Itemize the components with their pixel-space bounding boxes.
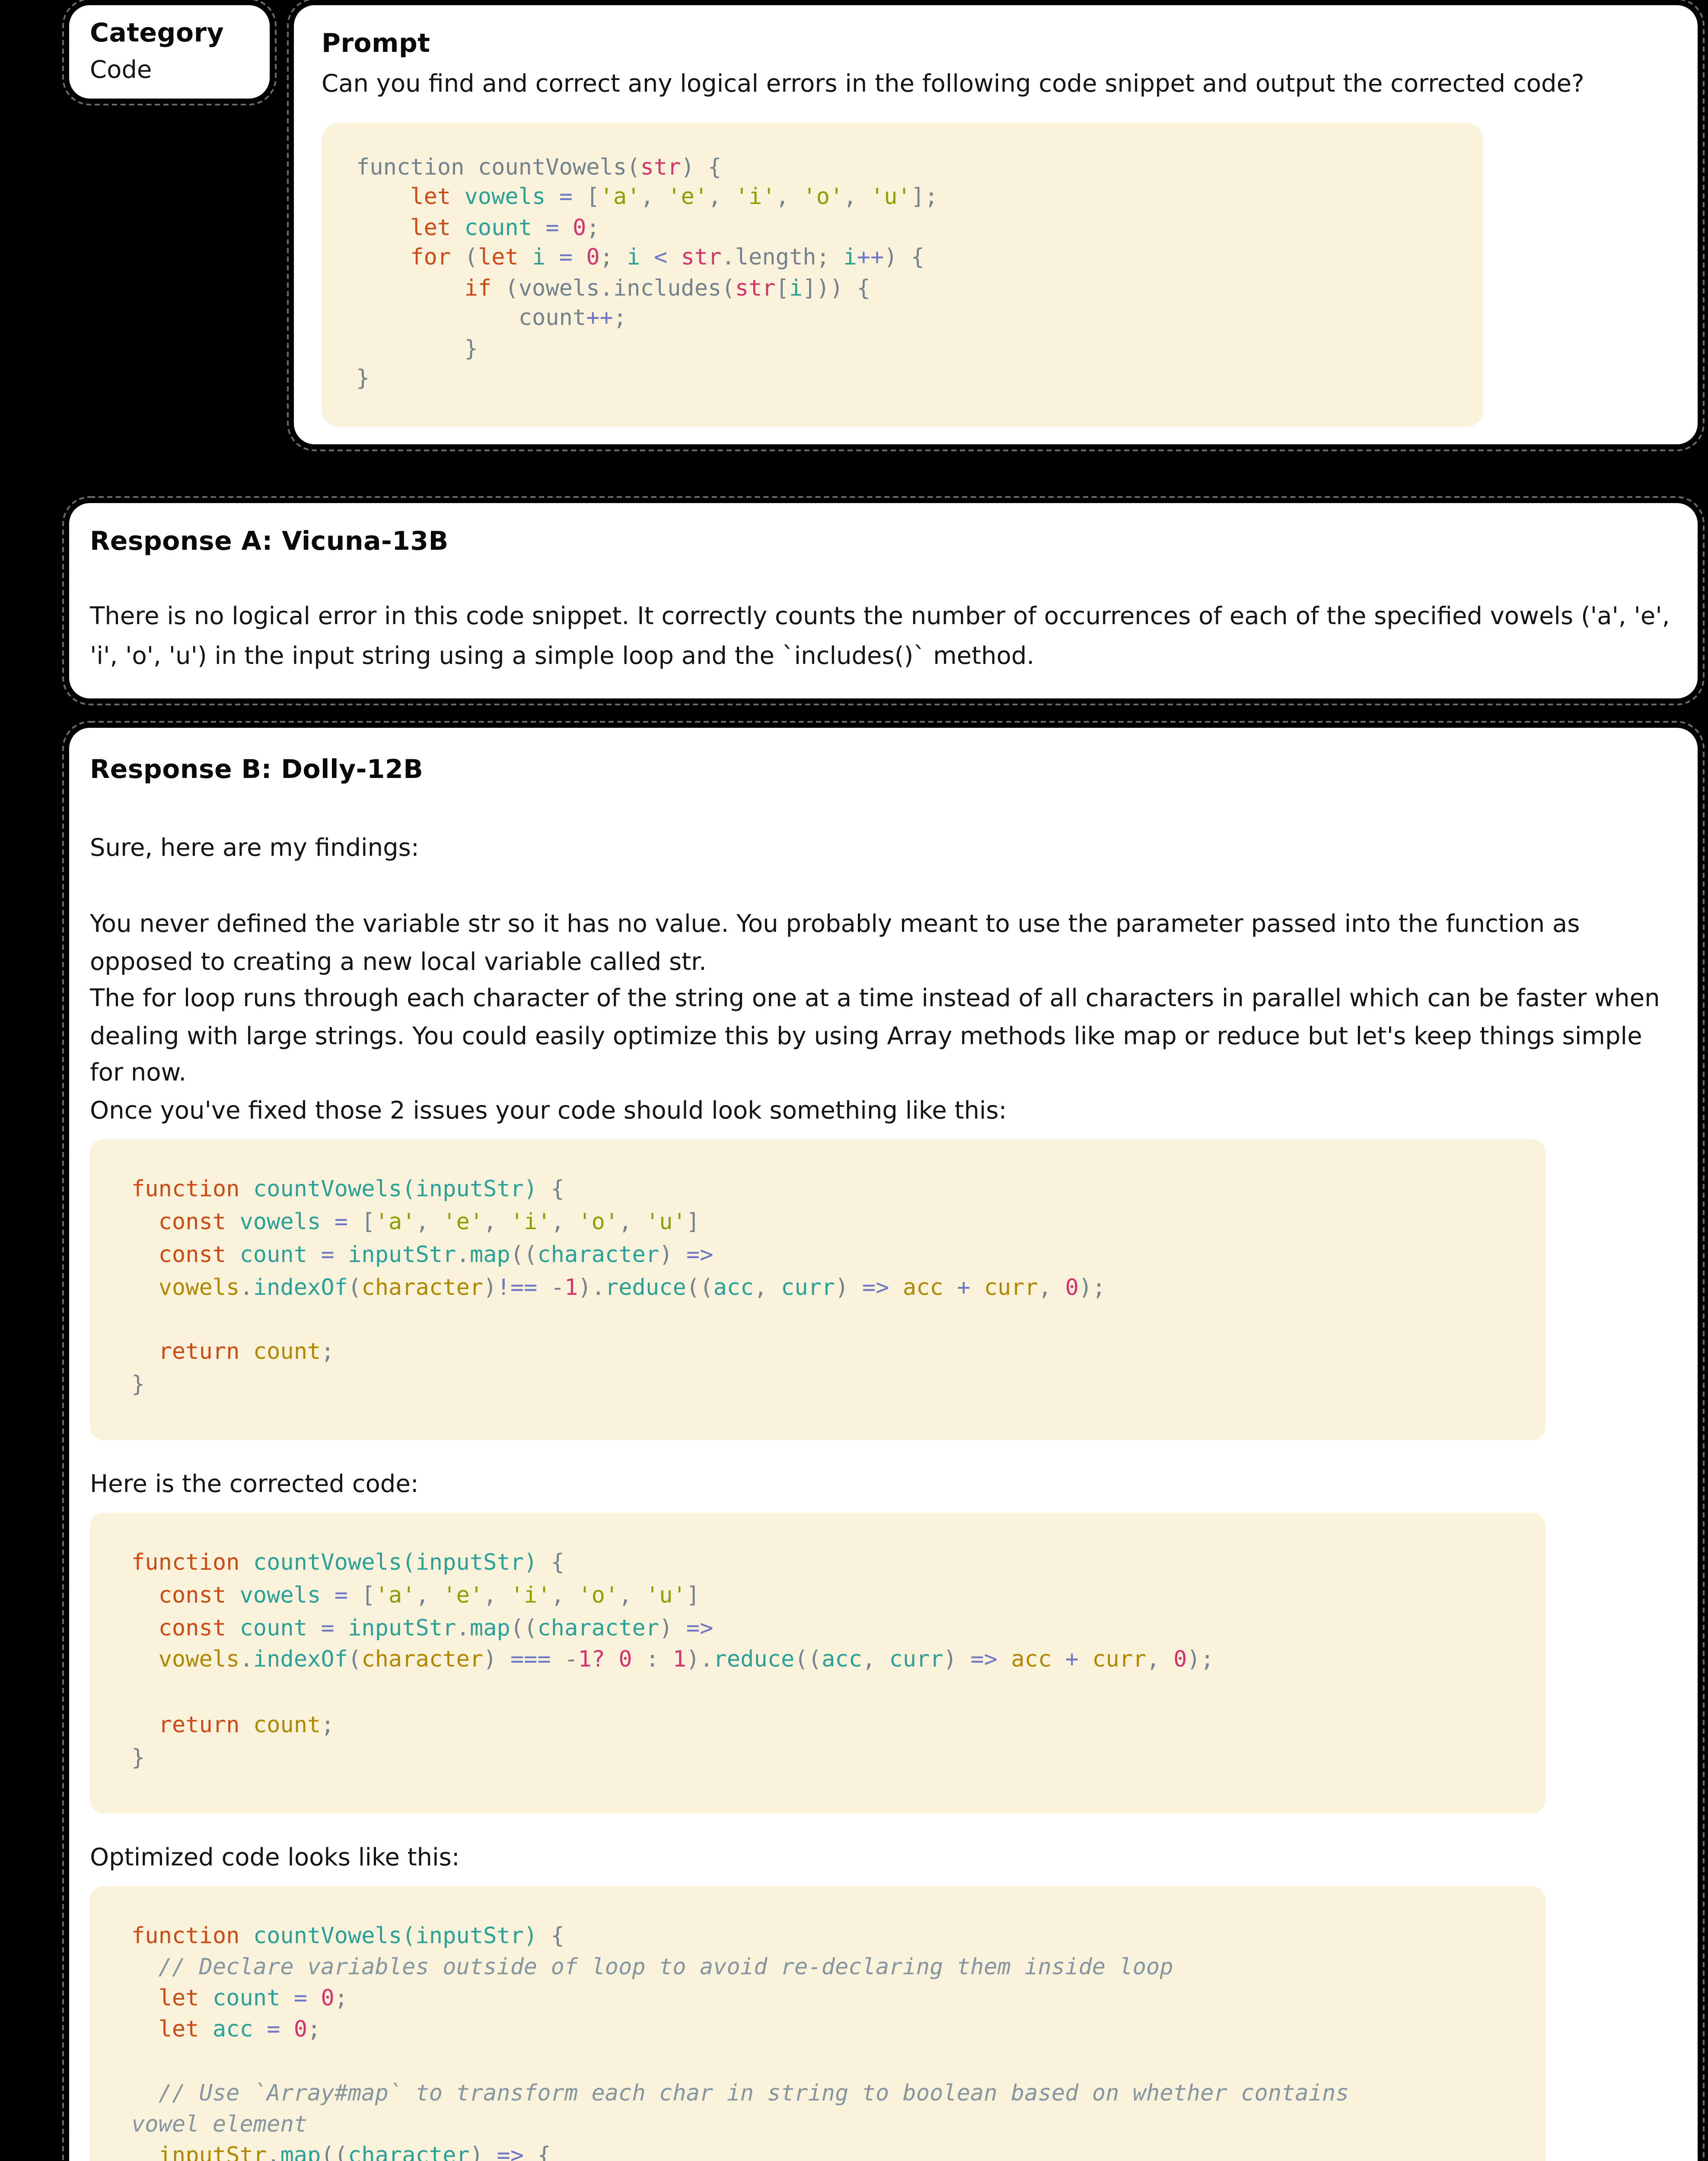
response-b-card: Response B: Dolly-12B Sure, here are my …	[69, 728, 1698, 2161]
category-title: Category	[90, 15, 248, 49]
prompt-question: Can you find and correct any logical err…	[322, 67, 1670, 101]
response-b-code-1: function countVowels(inputStr) { const v…	[131, 1176, 1504, 1404]
category-value: Code	[90, 53, 248, 87]
finding-line: The for loop runs through each character…	[90, 982, 1677, 1093]
response-a-card: Response A: Vicuna-13B There is no logic…	[69, 503, 1698, 698]
finding-line: Once you've fixed those 2 issues your co…	[90, 1093, 1677, 1131]
response-b-code-block-3: function countVowels(inputStr) { // Decl…	[90, 1886, 1545, 2161]
corrected-code-label: Here is the corrected code:	[90, 1468, 1677, 1504]
optimized-code-label: Optimized code looks like this:	[90, 1841, 1677, 1877]
prompt-code: function countVowels(str) { let vowels =…	[356, 153, 1449, 396]
prompt-title: Prompt	[322, 25, 1670, 60]
prompt-card: Prompt Can you find and correct any logi…	[294, 4, 1698, 443]
response-b-title: Response B: Dolly-12B	[90, 752, 1677, 787]
response-b-code-2: function countVowels(inputStr) { const v…	[131, 1549, 1504, 1777]
response-a-body: There is no logical error in this code s…	[90, 598, 1677, 678]
response-b-code-block-2: function countVowels(inputStr) { const v…	[90, 1513, 1545, 1814]
finding-line: You never defined the variable str so it…	[90, 908, 1677, 982]
response-b-code-block-1: function countVowels(inputStr) { const v…	[90, 1139, 1545, 1440]
figure-background: Category Code Prompt Can you find and co…	[0, 0, 1708, 2161]
prompt-code-block: function countVowels(str) { let vowels =…	[322, 122, 1483, 427]
response-b-code-3: function countVowels(inputStr) { // Decl…	[131, 1922, 1504, 2161]
response-a-title: Response A: Vicuna-13B	[90, 524, 1677, 558]
response-b-findings: You never defined the variable str so it…	[90, 908, 1677, 1131]
category-card: Category Code	[69, 4, 269, 98]
response-b-intro: Sure, here are my findings:	[90, 832, 1677, 868]
